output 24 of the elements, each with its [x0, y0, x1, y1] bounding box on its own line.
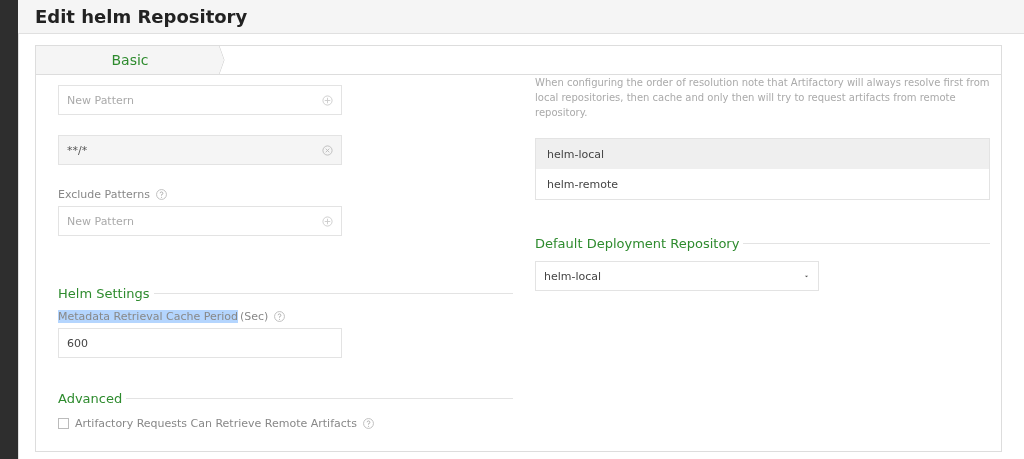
section-heading: Advanced [58, 391, 123, 406]
resolution-note: When configuring the order of resolution note that Artifactory will always resolve first from local repositories, then cache and only then will try to request artifacts from remote repository. [535, 76, 990, 120]
pattern-field[interactable]: New Pattern [58, 85, 342, 115]
caret-icon [803, 273, 810, 279]
checkbox-label: Artifactory Requests Can Retrieve Remote Artifacts [75, 416, 357, 430]
pattern-chip: **/* [58, 135, 342, 165]
help-icon[interactable] [274, 310, 286, 322]
field-label: Exclude Patterns [58, 187, 150, 201]
section-heading: Helm Settings [58, 286, 150, 301]
field-label: Metadata Retrieval Cache Period [58, 309, 238, 323]
pattern-field[interactable]: New Pattern [58, 206, 342, 236]
repository-select[interactable]: helm-local [535, 261, 819, 291]
checkbox[interactable] [58, 417, 69, 429]
section-heading: Default Deployment Repository [535, 236, 740, 251]
page-title: Edit helm Repository [35, 5, 249, 29]
unit-label: (Sec) [240, 309, 269, 323]
plus-circle-icon[interactable] [322, 216, 333, 227]
plus-circle-icon[interactable] [322, 95, 333, 106]
close-icon[interactable] [322, 144, 333, 156]
help-icon[interactable] [362, 417, 374, 429]
cache-period-field[interactable]: 600 [58, 328, 342, 358]
help-icon[interactable] [155, 188, 167, 200]
repository-item[interactable]: helm-local [536, 139, 989, 169]
tab[interactable]: Basic [36, 46, 224, 74]
